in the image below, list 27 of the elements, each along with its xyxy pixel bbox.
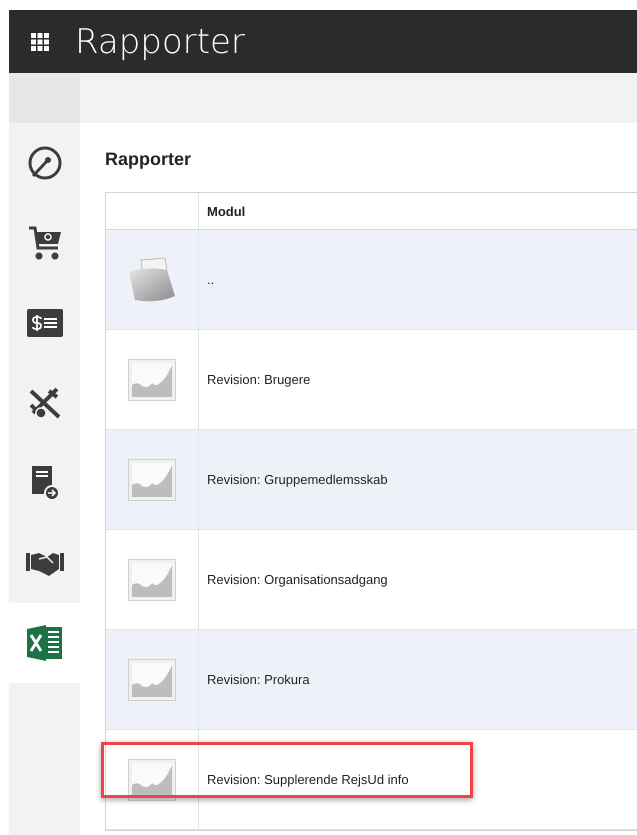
cart-search-icon xyxy=(26,224,62,262)
table-row[interactable]: Revision: Organisationsadgang xyxy=(106,530,637,630)
gauge-icon xyxy=(26,145,62,181)
invoice-icon xyxy=(26,309,62,337)
section-heading: Rapporter xyxy=(105,149,192,170)
table-cell-text: Revision: Prokura xyxy=(206,672,310,687)
folder-icon xyxy=(127,256,177,304)
table-cell-text: Revision: Brugere xyxy=(206,372,310,387)
spreadsheet-icon xyxy=(26,623,64,663)
area-chart-icon xyxy=(128,458,176,500)
table-cell-text: .. xyxy=(206,272,214,287)
table-row[interactable]: Revision: Gruppemedlemsskab xyxy=(106,430,637,530)
app-grid-icon[interactable] xyxy=(31,32,49,50)
table-row[interactable]: .. xyxy=(106,230,637,330)
column-header: Modul xyxy=(206,204,246,218)
table-cell-text: Revision: Gruppemedlemsskab xyxy=(206,472,388,487)
area-chart-icon xyxy=(128,658,176,700)
area-chart-icon xyxy=(128,358,176,400)
document-arrow-icon xyxy=(30,464,60,502)
table-row[interactable]: Revision: Prokura xyxy=(106,630,637,730)
sidebar-header xyxy=(9,73,80,123)
area-chart-icon xyxy=(128,558,176,600)
area-chart-icon xyxy=(128,758,176,800)
page-title: Rapporter xyxy=(75,22,245,62)
table-cell-text: Revision: Supplerende RejsUd info xyxy=(206,772,409,787)
table-row[interactable]: Revision: Brugere xyxy=(106,330,637,430)
table-cell-text: Revision: Organisationsadgang xyxy=(206,572,388,587)
